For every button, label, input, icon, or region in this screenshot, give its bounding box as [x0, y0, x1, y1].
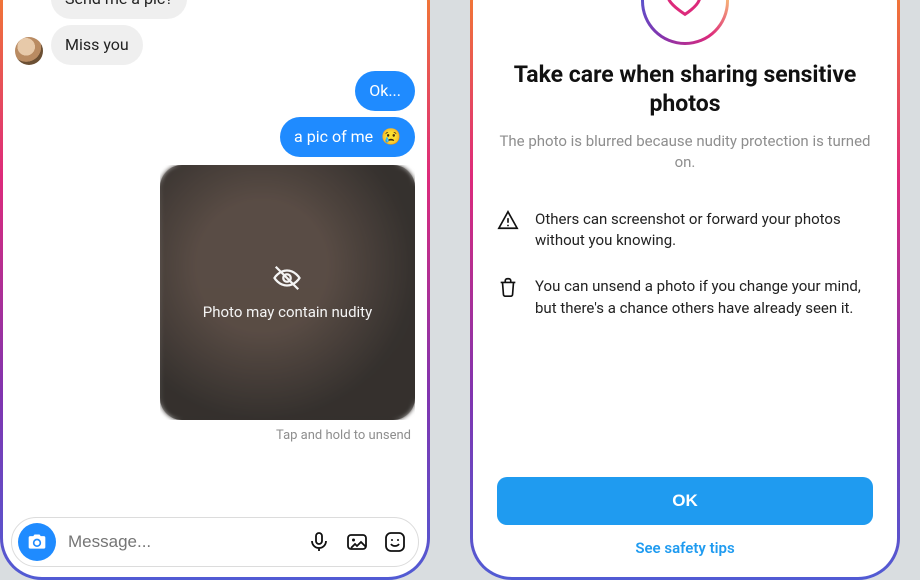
gallery-button[interactable] [344, 529, 370, 555]
microphone-icon [307, 530, 331, 554]
incoming-message-bubble[interactable]: Send me a pic? [51, 0, 187, 19]
nudity-warning-label: Photo may contain nudity [203, 303, 372, 323]
incoming-message-bubble[interactable]: Miss you [51, 25, 143, 65]
message-row-in: Send me a pic? [15, 0, 415, 19]
avatar-spacer [15, 0, 43, 19]
heart-icon [665, 0, 705, 21]
warning-triangle-icon [497, 209, 521, 253]
chat-scroll[interactable]: Send me a pic? Miss you Ok... a pic of m… [3, 0, 427, 505]
sticker-icon [383, 530, 407, 554]
ok-button[interactable]: OK [497, 477, 873, 525]
sheet-subtitle: The photo is blurred because nudity prot… [497, 131, 873, 173]
safety-tips-link[interactable]: See safety tips [497, 539, 873, 557]
outgoing-message-bubble[interactable]: a pic of me 😢 [280, 117, 415, 157]
trash-icon [497, 276, 521, 320]
screenshot-stage: Send me a pic? Miss you Ok... a pic of m… [0, 0, 920, 552]
warning-item-text: You can unsend a photo if you change you… [535, 276, 873, 320]
outgoing-message-bubble[interactable]: Ok... [355, 71, 415, 111]
outgoing-message-text: a pic of me [294, 127, 373, 146]
warning-item: You can unsend a photo if you change you… [497, 276, 873, 320]
image-icon [345, 530, 369, 554]
camera-icon [27, 532, 47, 552]
sender-avatar[interactable] [15, 37, 43, 65]
warning-item-text: Others can screenshot or forward your ph… [535, 209, 873, 253]
warning-sheet: Take care when sharing sensitive photos … [473, 0, 897, 577]
message-row-out: Ok... [15, 71, 415, 111]
sheet-title: Take care when sharing sensitive photos [497, 61, 873, 119]
eye-off-icon [272, 263, 302, 293]
phone-frame-warning: Take care when sharing sensitive photos … [470, 0, 900, 580]
photo-attachment-row: Photo may contain nudity [15, 165, 415, 420]
voice-message-button[interactable] [306, 529, 332, 555]
unsend-hint-text: Tap and hold to unsend [15, 428, 411, 443]
phone-frame-chat: Send me a pic? Miss you Ok... a pic of m… [0, 0, 430, 580]
warning-sheet-screen: Take care when sharing sensitive photos … [473, 0, 897, 577]
warning-item: Others can screenshot or forward your ph… [497, 209, 873, 253]
message-row-in: Miss you [15, 25, 415, 65]
message-input[interactable] [68, 532, 294, 552]
crying-emoji: 😢 [381, 127, 401, 146]
chat-screen: Send me a pic? Miss you Ok... a pic of m… [3, 0, 427, 577]
message-composer [11, 517, 419, 567]
camera-button[interactable] [18, 523, 56, 561]
message-row-out: a pic of me 😢 [15, 117, 415, 157]
sticker-button[interactable] [382, 529, 408, 555]
heart-ring-badge [641, 0, 729, 45]
blurred-photo-card[interactable]: Photo may contain nudity [160, 165, 415, 420]
blurred-photo-overlay: Photo may contain nudity [203, 263, 372, 323]
